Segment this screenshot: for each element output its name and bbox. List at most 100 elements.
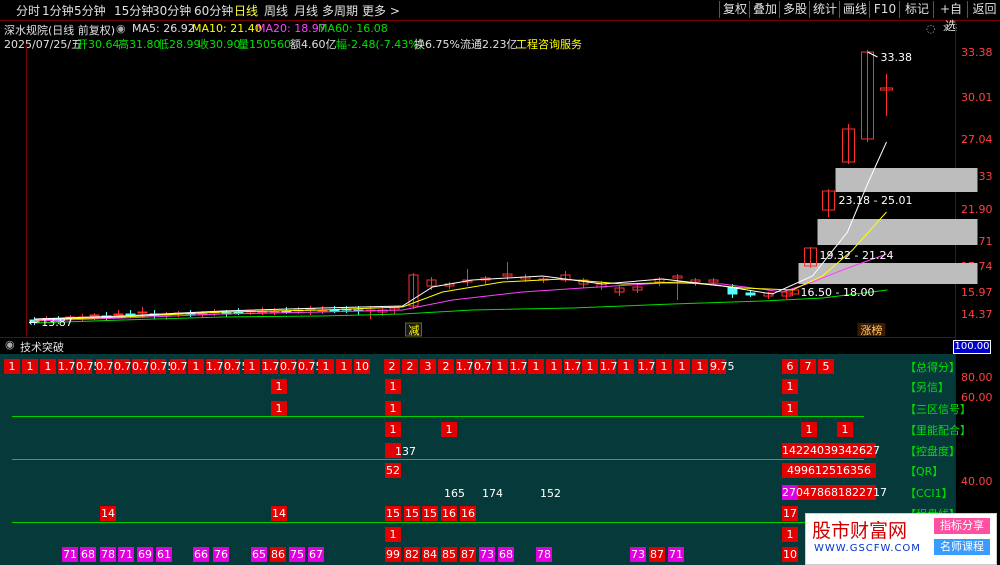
score-bar-cell: 73 [479, 547, 495, 562]
period-toolbar: 分时 1分钟 5分钟 15分钟 30分钟 60分钟 日线 周线 月线 多周期 更多 > 复权 叠加 多股统… [0, 0, 1000, 33]
candle-body [745, 292, 756, 296]
period-tab-0[interactable]: 分时 [16, 2, 40, 19]
score-bar-cell: 84 [422, 547, 438, 562]
indicator-label: 【里能配合】 [905, 424, 971, 437]
signal-cell: 1 [782, 401, 798, 416]
score-bar-cell: 73 [630, 547, 646, 562]
volume-cell: 1 [385, 422, 401, 437]
score-bar-cell: 69 [137, 547, 153, 562]
candle-body [89, 314, 100, 317]
score-cell: 0.75 [298, 359, 323, 374]
score-cell: 1 [656, 359, 672, 374]
toolbar-button-4[interactable]: 画线 [839, 1, 870, 18]
threshold-line [12, 459, 864, 460]
watermark-logo: 股市财富网 WWW.GSCFW.COM 指标分享 名师课程 [805, 513, 997, 565]
score-bar-cell: 99 [385, 547, 401, 562]
toolbar-button-1[interactable]: 叠加 [749, 1, 780, 18]
score-bar-cell: 68 [498, 547, 514, 562]
indicator-label: 【控盘度】 [905, 445, 960, 458]
signal-cell: 1 [385, 401, 401, 416]
toolbar-button-7[interactable]: +自选 [933, 1, 968, 33]
period-tab-3[interactable]: 15分钟 [114, 2, 153, 19]
score-cell: 7 [800, 359, 816, 374]
period-tab-7[interactable]: 周线 [264, 2, 288, 19]
score-bar-cell: 61 [156, 547, 172, 562]
score-cell: 1.75 [262, 359, 287, 374]
high-price-label: 33.38 [881, 51, 913, 64]
score-bar-cell: 71 [118, 547, 134, 562]
score-cell: 1 [4, 359, 20, 374]
indicator-label: 【三区信号】 [905, 403, 971, 416]
qr-cell: 499612516356 [782, 463, 876, 478]
score-cell: 1 [528, 359, 544, 374]
period-tab-2[interactable]: 5分钟 [74, 2, 106, 19]
trend-cell: 16 [460, 506, 476, 521]
trend-cell: 15 [422, 506, 438, 521]
score-cell: 1.75 [564, 359, 589, 374]
toolbar-button-5[interactable]: F10 [869, 1, 900, 18]
score-bar-cell: 87 [649, 547, 665, 562]
score-cell: 1.75 [58, 359, 83, 374]
toolbar-button-2[interactable]: 多股 [779, 1, 810, 18]
close-icon[interactable]: ✕ [942, 22, 951, 35]
score-bar-cell: 85 [441, 547, 457, 562]
period-tab-5[interactable]: 60分钟 [194, 2, 233, 19]
score-cell: 1 [674, 359, 690, 374]
cci-value: 152 [540, 487, 561, 500]
indicator-label: 【CCI1】 [905, 487, 953, 500]
toolbar-button-0[interactable]: 复权 [719, 1, 750, 18]
signal-cell: 1 [782, 379, 798, 394]
score-cell: 1 [40, 359, 56, 374]
period-tab-6[interactable]: 日线 [234, 2, 258, 19]
indicator-label: 【总得分】 [905, 361, 960, 374]
score-cell: 1 [492, 359, 508, 374]
trend-cell: 14 [271, 506, 287, 521]
indicator-menu-icon[interactable]: ◉ [5, 338, 15, 351]
toolbar-button-6[interactable]: 标记 [899, 1, 934, 18]
period-tab-10[interactable]: 更多 > [362, 2, 400, 19]
settings-gear-icon[interactable]: ◉ [116, 22, 126, 35]
period-tab-8[interactable]: 月线 [294, 2, 318, 19]
score-bar-cell: 82 [404, 547, 420, 562]
indicator-label: 【另信】 [905, 381, 949, 394]
volume-cell: 1 [801, 422, 817, 437]
period-tab-9[interactable]: 多周期 [322, 2, 358, 19]
ma20-value: MA20: 18.97 [256, 22, 326, 35]
control-value: 137 [395, 445, 416, 458]
score-cell: 0.75 [474, 359, 499, 374]
limit-up-tag: 涨榜 [861, 323, 883, 337]
score-bar-cell: 87 [460, 547, 476, 562]
score-cell: 1 [692, 359, 708, 374]
score-bar-cell: 68 [80, 547, 96, 562]
score-cell: 10 [354, 359, 370, 374]
score-cell: 3 [420, 359, 436, 374]
period-tab-4[interactable]: 30分钟 [152, 2, 191, 19]
candle-body [727, 287, 738, 295]
trend-cell: 14 [100, 506, 116, 521]
misc-cell: 1 [385, 527, 401, 542]
score-cell: 1.75 [600, 359, 625, 374]
zone-upper-label: 23.18 - 25.01 [839, 194, 913, 207]
volume-cell: 1 [837, 422, 853, 437]
zone-lower-label: 16.50 - 18.00 [801, 286, 875, 299]
ma5-value: MA5: 26.92 [132, 22, 195, 35]
toolbar-button-8[interactable]: 返回 [967, 1, 1000, 18]
score-cell: 1 [546, 359, 562, 374]
score-cell: 1 [244, 359, 260, 374]
score-cell: 1 [318, 359, 334, 374]
score-cell: 5 [818, 359, 834, 374]
score-bar-cell: 71 [668, 547, 684, 562]
resistance-zone-middle [817, 219, 978, 245]
period-tab-1[interactable]: 1分钟 [42, 2, 74, 19]
cci-value: 174 [482, 487, 503, 500]
score-cell: 0.75 [224, 359, 249, 374]
score-bar-cell: 65 [251, 547, 267, 562]
collapse-chevron-icon[interactable]: ◌ [926, 22, 936, 35]
toolbar-button-3[interactable]: 统计 [809, 1, 840, 18]
high-price-pointer [867, 51, 878, 58]
reduce-tag: 减 [409, 324, 420, 337]
ma60-line [34, 289, 888, 324]
candlestick-chart[interactable]: 33.38 ← 13.87 23.18 - 25.01 19.32 - 21.24 16… [0, 44, 1000, 337]
score-cell: 6 [782, 359, 798, 374]
score-cell: 1 [22, 359, 38, 374]
